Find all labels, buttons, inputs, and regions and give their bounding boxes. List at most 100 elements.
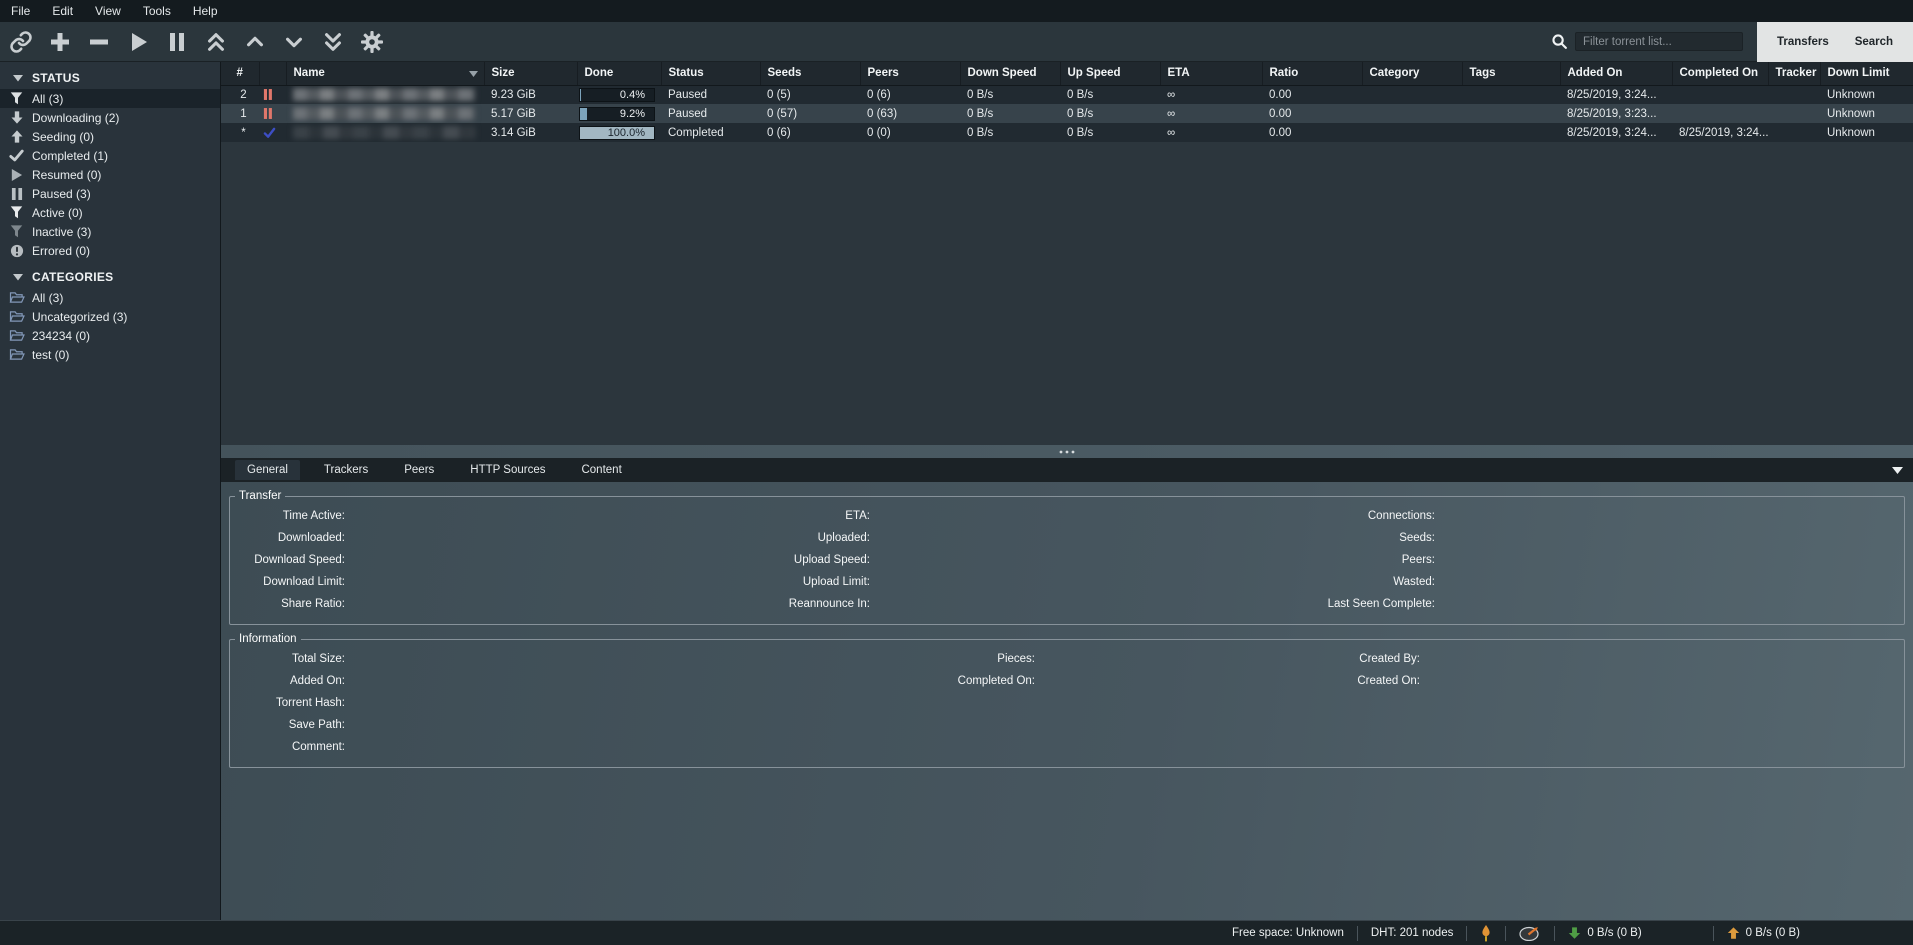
tab-transfers[interactable]: Transfers	[1771, 32, 1835, 52]
field-label	[345, 692, 1035, 714]
col-size[interactable]: Size	[484, 62, 577, 85]
sidebar-item-completed[interactable]: Completed (1)	[0, 146, 220, 165]
redacted-torrent-name	[293, 126, 475, 139]
tab-content[interactable]: Content	[569, 460, 633, 480]
field-label: Download Limit:	[230, 571, 345, 593]
download-arrow-icon	[8, 110, 25, 125]
col-added-on[interactable]: Added On	[1560, 62, 1672, 85]
menu-edit[interactable]: Edit	[41, 1, 84, 21]
free-space-label: Free space: Unknown	[1219, 927, 1357, 939]
tab-trackers[interactable]: Trackers	[312, 460, 380, 480]
sidebar-item-paused[interactable]: Paused (3)	[0, 184, 220, 203]
col-state[interactable]	[259, 62, 286, 85]
move-down-button[interactable]	[281, 29, 307, 55]
col-status[interactable]: Status	[661, 62, 760, 85]
pane-splitter[interactable]	[221, 445, 1913, 458]
main-tab-bar: Transfers Search	[1757, 22, 1913, 62]
down-arrow-icon	[1568, 926, 1581, 940]
field-label: Time Active:	[230, 505, 345, 527]
progress-bar: 9.2%	[579, 107, 655, 121]
pause-button[interactable]	[164, 29, 190, 55]
information-section: Information Total Size:Pieces:Created By…	[229, 633, 1905, 768]
tab-peers[interactable]: Peers	[392, 460, 446, 480]
menu-bar: File Edit View Tools Help	[0, 0, 1913, 22]
pause-icon	[8, 187, 25, 201]
field-label: Upload Limit:	[345, 571, 870, 593]
sidebar-category-234234[interactable]: 234234 (0)	[0, 326, 220, 345]
field-label: Added On:	[230, 670, 345, 692]
funnel-dim-icon	[8, 224, 25, 239]
col-down-speed[interactable]: Down Speed	[960, 62, 1060, 85]
sidebar-item-all[interactable]: All (3)	[0, 89, 220, 108]
menu-tools[interactable]: Tools	[132, 1, 182, 21]
move-up-button[interactable]	[242, 29, 268, 55]
move-bottom-button[interactable]	[320, 29, 346, 55]
paused-state-icon	[263, 88, 286, 101]
options-button[interactable]	[359, 29, 385, 55]
col-number[interactable]: #	[221, 62, 259, 85]
menu-help[interactable]: Help	[182, 1, 229, 21]
field-label	[1035, 692, 1420, 714]
sidebar-category-uncategorized[interactable]: Uncategorized (3)	[0, 307, 220, 326]
col-down-limit[interactable]: Down Limit	[1820, 62, 1913, 85]
col-up-speed[interactable]: Up Speed	[1060, 62, 1160, 85]
torrent-row[interactable]: * 3.14 GiB 100.0% Completed 0 (6) 0 (0) …	[221, 123, 1913, 142]
resume-button[interactable]	[125, 29, 151, 55]
sidebar-category-test[interactable]: test (0)	[0, 345, 220, 364]
col-category[interactable]: Category	[1362, 62, 1462, 85]
tab-search[interactable]: Search	[1849, 32, 1899, 52]
col-done[interactable]: Done	[577, 62, 661, 85]
menu-view[interactable]: View	[84, 1, 132, 21]
filter-torrent-input[interactable]	[1575, 32, 1743, 51]
col-eta[interactable]: ETA	[1160, 62, 1262, 85]
completed-check-icon	[263, 127, 286, 139]
torrent-row[interactable]: 2 9.23 GiB 0.4% Paused 0 (5) 0 (6) 0 B/s…	[221, 85, 1913, 104]
delete-button[interactable]	[86, 29, 112, 55]
col-completed-on[interactable]: Completed On	[1672, 62, 1768, 85]
col-peers[interactable]: Peers	[860, 62, 960, 85]
field-label: Reannounce In:	[345, 593, 870, 615]
filter-area	[1551, 32, 1757, 51]
categories-section-header[interactable]: CATEGORIES	[0, 266, 220, 288]
sidebar-item-downloading[interactable]: Downloading (2)	[0, 108, 220, 127]
menu-file[interactable]: File	[0, 1, 41, 21]
move-top-button[interactable]	[203, 29, 229, 55]
col-name[interactable]: Name	[286, 62, 484, 85]
sidebar-item-seeding[interactable]: Seeding (0)	[0, 127, 220, 146]
alt-speed-limits-button[interactable]	[1506, 925, 1554, 941]
chevron-up-icon	[244, 31, 266, 53]
col-seeds[interactable]: Seeds	[760, 62, 860, 85]
sidebar-item-active[interactable]: Active (0)	[0, 203, 220, 222]
search-icon	[1551, 33, 1568, 50]
up-arrow-icon	[1727, 926, 1740, 940]
splitter-handle-icon	[1059, 450, 1075, 454]
dht-nodes-label: DHT: 201 nodes	[1358, 927, 1466, 939]
sidebar-item-inactive[interactable]: Inactive (3)	[0, 222, 220, 241]
tab-general[interactable]: General	[235, 460, 300, 480]
error-circle-icon	[8, 244, 25, 258]
pause-icon	[165, 30, 189, 54]
play-icon	[8, 168, 25, 182]
col-tags[interactable]: Tags	[1462, 62, 1560, 85]
sidebar-item-resumed[interactable]: Resumed (0)	[0, 165, 220, 184]
field-label: Wasted:	[870, 571, 1435, 593]
paused-state-icon	[263, 107, 286, 120]
transfer-section: Transfer Time Active:ETA:Connections: Do…	[229, 490, 1905, 625]
col-ratio[interactable]: Ratio	[1262, 62, 1362, 85]
col-tracker[interactable]: Tracker	[1768, 62, 1820, 85]
funnel-icon	[8, 205, 25, 220]
torrent-row[interactable]: 1 5.17 GiB 9.2% Paused 0 (57) 0 (63) 0 B…	[221, 104, 1913, 123]
status-section-header[interactable]: STATUS	[0, 67, 220, 89]
qbittorrent-window: File Edit View Tools Help Transfers Sear…	[0, 0, 1913, 945]
field-label: Downloaded:	[230, 527, 345, 549]
add-link-button[interactable]	[8, 29, 34, 55]
sidebar-item-errored[interactable]: Errored (0)	[0, 241, 220, 260]
collapse-triangle-icon	[13, 75, 23, 82]
detail-collapse-button[interactable]	[1892, 467, 1913, 474]
add-torrent-button[interactable]	[47, 29, 73, 55]
field-label: Upload Speed:	[345, 549, 870, 571]
field-label: Created On:	[1035, 670, 1420, 692]
sidebar-category-all[interactable]: All (3)	[0, 288, 220, 307]
field-label: Comment:	[230, 736, 345, 758]
tab-http-sources[interactable]: HTTP Sources	[458, 460, 557, 480]
